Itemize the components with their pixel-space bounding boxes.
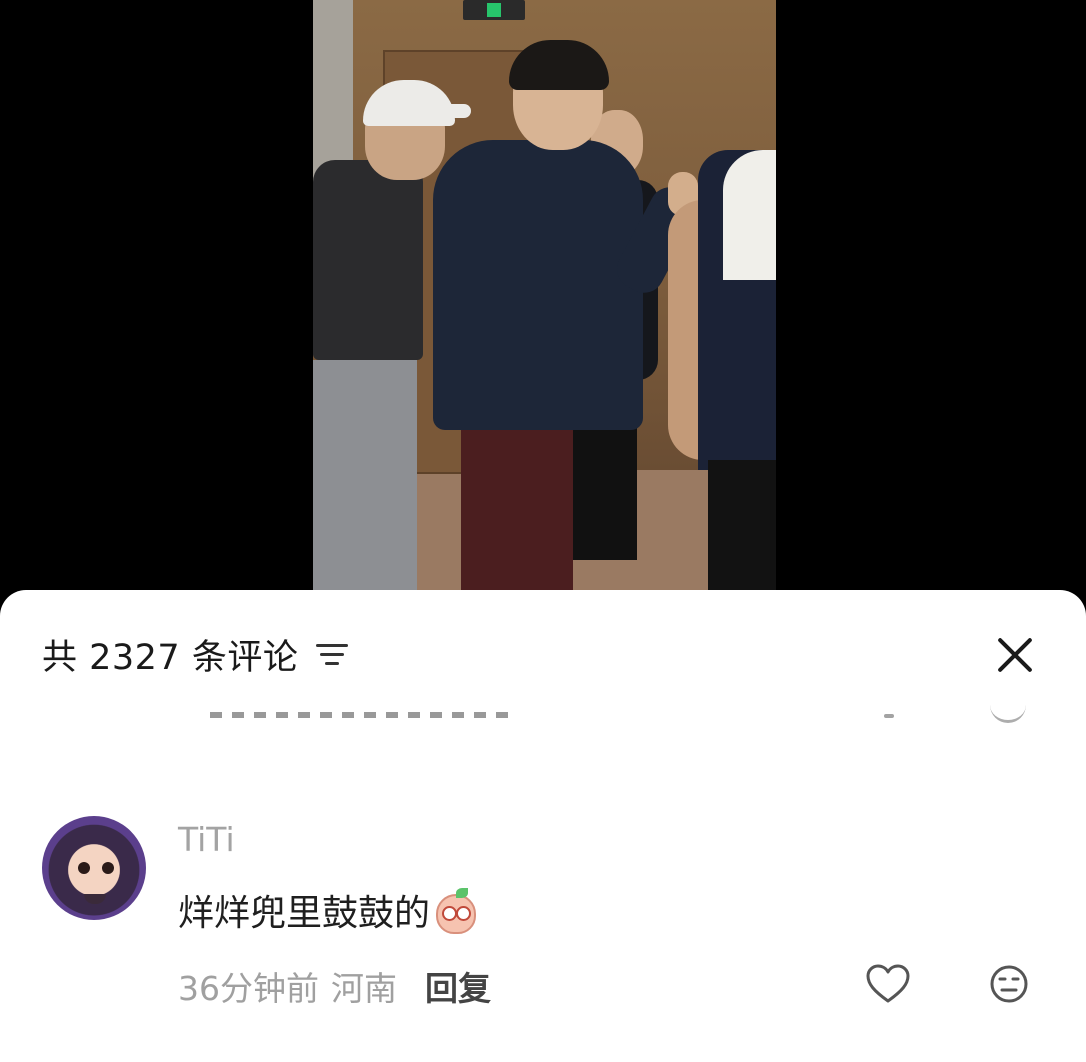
avatar-eye [78, 862, 90, 874]
comments-sheet: 共 2327 条评论 TiTi 烊烊兜里鼓鼓的 36分钟前 河南 回复 [0, 590, 1086, 1062]
neutral-face-icon[interactable] [989, 964, 1029, 1004]
comment-count: 共 2327 条评论 [42, 637, 299, 678]
comment-text: 烊烊兜里鼓鼓的 [178, 884, 477, 936]
avatar-mouth [84, 894, 106, 904]
comment-body: 烊烊兜里鼓鼓的 [178, 893, 431, 934]
person-left-cap-brim [423, 104, 471, 118]
exit-sign [463, 0, 525, 20]
reply-button[interactable]: 回复 [425, 962, 491, 1010]
scrolled-comment-remnant-dot [884, 714, 894, 718]
avatar[interactable] [42, 816, 146, 920]
comments-header: 共 2327 条评论 [42, 630, 350, 678]
sort-icon[interactable] [316, 641, 350, 667]
person-center-pants [461, 420, 573, 600]
comment-location: 河南 [331, 969, 397, 1008]
scrolled-comment-remnant-icon [990, 702, 1026, 723]
avatar-eye [102, 862, 114, 874]
comment-meta: 36分钟前 河南 回复 [178, 962, 491, 1010]
peach-emoji-icon [434, 888, 477, 934]
comment-username[interactable]: TiTi [178, 820, 235, 859]
scrolled-comment-remnant [210, 712, 510, 720]
heart-icon[interactable] [866, 964, 910, 1004]
video-player[interactable] [0, 0, 1086, 600]
comment-time: 36分钟前 [178, 969, 319, 1008]
comment-item: TiTi 烊烊兜里鼓鼓的 36分钟前 河南 回复 [0, 810, 1086, 1050]
person-left-shirt [313, 160, 423, 360]
person-right-legs [708, 460, 776, 600]
close-icon[interactable] [994, 634, 1036, 676]
person-right-undershirt [723, 150, 776, 280]
video-frame[interactable] [313, 0, 776, 600]
person-left-pants [313, 360, 417, 600]
person-center-hoodie [433, 140, 643, 430]
